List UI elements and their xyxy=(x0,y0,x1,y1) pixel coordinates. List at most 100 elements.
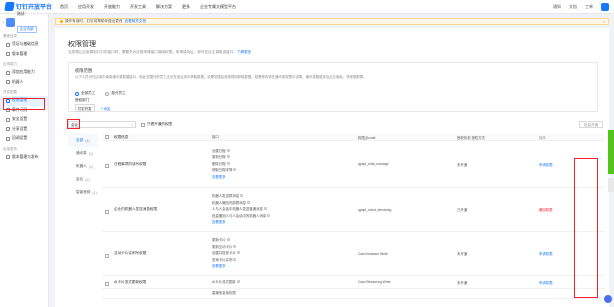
notice-link[interactable]: 查看相关文档 xyxy=(125,19,147,24)
help-icon xyxy=(236,279,240,283)
add-icon xyxy=(6,70,10,75)
sidebar-item-robot[interactable]: 机器人 xyxy=(0,78,48,88)
table-header: 权限信息 接口 权限点code 授权状态 授权方式 操作 xyxy=(102,134,605,141)
status-text: 未开通 xyxy=(457,162,468,167)
sidebar-item-share[interactable]: 分享设置 xyxy=(0,125,48,135)
category-robot[interactable]: 机器人 (1) xyxy=(68,160,98,173)
help-icon xyxy=(267,213,271,217)
nav-app-dev[interactable]: 应用开发 xyxy=(78,4,94,10)
help-icon xyxy=(236,251,240,255)
notice-bar: 操作有误时，钉钉将帮助你做出更改 查看相关文档 × xyxy=(55,18,609,25)
robot-icon xyxy=(6,80,10,85)
permission-name: AI卡片流式更新权限 xyxy=(114,279,147,284)
help-icon xyxy=(246,200,250,204)
dingtalk-logo-icon xyxy=(4,2,15,11)
close-icon[interactable]: × xyxy=(603,20,605,24)
notice-text: 操作有误时，钉钉将帮助你做出更改 xyxy=(65,19,123,23)
sidebar-item-release[interactable]: 版本管理与发布 xyxy=(0,153,48,163)
app-card: ‹ 测试 企业内部 xyxy=(0,11,48,33)
credential-icon xyxy=(6,42,10,47)
sidebar: ‹ 测试 企业内部 基础信息 凭证与基础信息 版本管理 应用能力 添加应用能力 … xyxy=(0,11,49,307)
view-more-link[interactable]: 查看更多 xyxy=(212,219,358,226)
sidebar-item-security[interactable]: 安全设置 xyxy=(0,115,48,125)
table-row: 企业内机器人发送消息权限 机器人发送群消息 机器人撤回内部群消息 人与人会话中机… xyxy=(102,188,605,232)
help-icon xyxy=(233,244,237,248)
learn-more-link[interactable]: 了解更多 xyxy=(237,50,251,54)
category-contacts[interactable]: 通讯录 (1) xyxy=(68,147,98,160)
row-checkbox[interactable] xyxy=(105,253,109,258)
category-audio[interactable]: 智能音频 (1) xyxy=(68,186,98,199)
nav-tools[interactable]: 开发工具 xyxy=(130,4,146,10)
sidebar-item-add-capability[interactable]: 添加应用能力 xyxy=(0,68,48,78)
floating-feedback-tab[interactable] xyxy=(608,130,614,174)
radio-all-staff[interactable] xyxy=(75,91,79,96)
nav-llm-platform[interactable]: 企业专属大模型平台 xyxy=(200,4,236,10)
page-description: 当您想让应用调用钉钉的接口时，需要先为应用申请接口调用权限。申请成功后，即可在自… xyxy=(68,50,252,54)
nav-more[interactable]: 更多 xyxy=(182,4,190,10)
api-list: 机器人发送群消息 机器人撤回内部群消息 人与人会话中机器人发送普通消息 批量撤回… xyxy=(212,193,358,226)
help-icon xyxy=(226,238,230,242)
revoke-permission-button[interactable]: 撤回权限 xyxy=(535,207,553,212)
search-icon[interactable]: ⌕ xyxy=(131,122,133,128)
top-nav: 首页 应用开发 开放能力 开发工具 解决方案 更多 企业专属大模型平台 xyxy=(60,4,246,10)
sidebar-item-callback[interactable]: 回调设置 xyxy=(0,134,48,144)
ticket-link[interactable]: 工单 xyxy=(585,4,593,10)
highlight-sidebar-permissions xyxy=(3,98,45,110)
sidebar-item-credentials[interactable]: 凭证与基础信息 xyxy=(0,40,48,50)
checkbox[interactable] xyxy=(141,122,145,127)
sidebar-item-version[interactable]: 版本管理 xyxy=(0,50,48,60)
help-icon xyxy=(226,148,230,152)
docs-link[interactable]: 文档 xyxy=(569,4,577,10)
batch-apply-button[interactable]: 批量开通 xyxy=(579,121,603,128)
header-status: 授权状态 授权方式 xyxy=(457,135,486,140)
dept-tag[interactable]: 钉钉开发 xyxy=(75,104,95,112)
permission-table: 权限信息 接口 权限点code 授权状态 授权方式 操作 日程事项的读写权限 创… xyxy=(102,134,605,299)
header-action: 操作 xyxy=(539,135,546,140)
nav-home[interactable]: 首页 xyxy=(60,4,68,10)
row-checkbox[interactable] xyxy=(105,209,109,214)
view-more-link[interactable]: 查看更多 xyxy=(212,174,358,181)
table-row: 互动卡片实例写权限 更新卡片 更新互动卡片 创建并投放卡片 查询卡片实例 查看更… xyxy=(102,232,605,276)
apply-permission-button[interactable]: 申请权限 xyxy=(535,251,553,256)
api-item: 直播信息读权限 xyxy=(212,291,236,296)
card-description: 以下人员可在应用中使用通讯录数据接口，除此范围外的员工无法在该应用中获取数据。设… xyxy=(75,75,367,79)
main-content: 权限管理 当您想让应用调用钉钉的接口时，需要先为应用申请接口调用权限。申请成功后… xyxy=(55,28,609,307)
api-list: 更新卡片 更新互动卡片 创建并投放卡片 查询卡片实例 查看更多 xyxy=(212,237,358,270)
share-icon xyxy=(6,127,10,132)
notification-link[interactable]: 通知 xyxy=(553,4,561,10)
select-all-checkbox[interactable] xyxy=(105,134,109,139)
radio-partial-staff[interactable] xyxy=(105,91,110,96)
permission-code: qyapi_chat_manage xyxy=(358,162,389,166)
header-code: 权限点code xyxy=(358,135,376,140)
api-list: 创建日程 更新日程 删除日程 获取日程详情 查看更多 xyxy=(212,148,358,181)
sidebar-group-dev: 开发配置 xyxy=(3,90,17,94)
apply-permission-button[interactable]: 申请权限 xyxy=(535,162,553,167)
assistant-icon[interactable] xyxy=(604,295,612,303)
release-icon xyxy=(6,155,10,160)
permission-code: Card.Instance.Write xyxy=(358,251,388,256)
floating-tool-tab[interactable] xyxy=(608,178,614,192)
row-checkbox[interactable] xyxy=(105,282,109,286)
table-row: 直播信息读权限 xyxy=(102,289,605,299)
nav-capabilities[interactable]: 开放能力 xyxy=(104,4,120,10)
status-text: 已开通 xyxy=(457,208,468,212)
api-list: AI卡片流式更新 xyxy=(212,279,358,286)
add-dept-button[interactable]: + 添加 xyxy=(101,106,111,111)
radio-partial-label: 部分员工 xyxy=(111,91,126,95)
page-title: 权限管理 xyxy=(68,41,96,48)
nav-solutions[interactable]: 解决方案 xyxy=(156,4,172,10)
header-api: 接口 xyxy=(212,134,219,139)
permission-name: 互动卡片实例写权限 xyxy=(114,251,147,255)
scope-radio-group: 全部员工 部分员工 xyxy=(75,91,136,96)
view-more-link[interactable]: 查看更多 xyxy=(212,263,358,270)
header-permission: 权限信息 xyxy=(114,134,129,139)
card-title: 权限范围 xyxy=(75,68,93,73)
category-all[interactable]: 全部 (4) xyxy=(68,134,98,147)
back-icon[interactable]: ‹ xyxy=(3,20,5,26)
apply-permission-button[interactable]: 申请权限 xyxy=(535,280,553,285)
category-meeting[interactable]: 会议 (1) xyxy=(68,173,98,186)
app-icon xyxy=(5,18,15,27)
row-checkbox[interactable] xyxy=(105,164,109,168)
only-applied-filter[interactable]: 只看开通的权限 xyxy=(141,122,172,127)
user-avatar[interactable] xyxy=(601,3,609,11)
